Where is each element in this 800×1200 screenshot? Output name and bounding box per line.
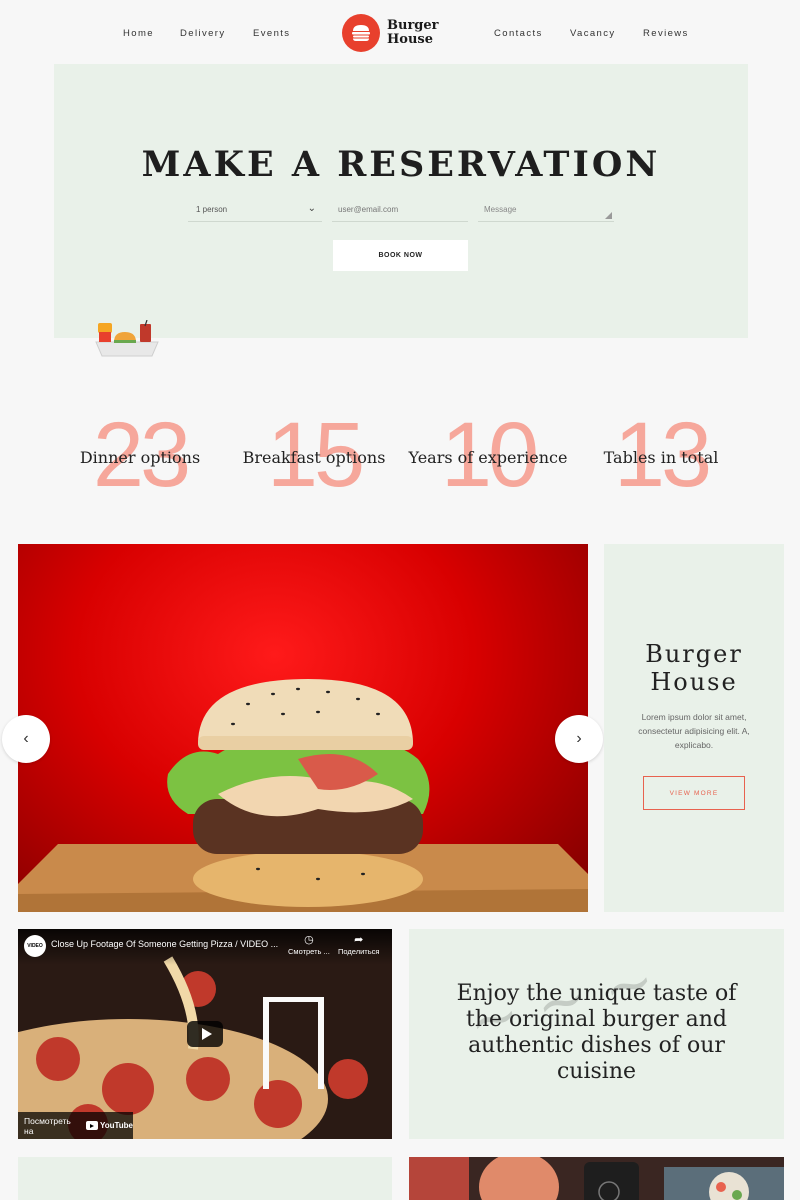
chevron-left-icon: ‹ — [23, 730, 29, 747]
watch-on-youtube-button[interactable]: Посмотреть на YouTube — [18, 1112, 133, 1139]
slider-prev-button[interactable]: ‹ — [2, 715, 50, 763]
logo-line-2: House — [387, 32, 433, 47]
nav-events[interactable]: Events — [253, 28, 290, 39]
message-placeholder: Message — [484, 205, 517, 214]
video-player[interactable]: VIDEO Close Up Footage Of Someone Gettin… — [18, 929, 392, 1139]
about-title: Burger House — [604, 640, 784, 696]
channel-avatar[interactable]: VIDEO — [24, 935, 46, 957]
stat-label: Dinner options — [79, 448, 201, 467]
quote-text: Enjoy the unique taste of the original b… — [456, 981, 737, 1084]
view-more-button[interactable]: VIEW MORE — [643, 776, 745, 810]
video-title[interactable]: Close Up Footage Of Someone Getting Pizz… — [51, 939, 291, 949]
youtube-play-icon — [85, 1121, 98, 1130]
quote-block: ~ ~ ~ Enjoy the unique taste of the orig… — [409, 929, 784, 1139]
stat-tables: 13 Tables in total — [571, 405, 751, 510]
burger-logo-icon — [342, 14, 380, 52]
stat-dinner: 23 Dinner options — [50, 405, 230, 510]
about-title-line-2: House — [650, 668, 738, 696]
reservation-section: MAKE A RESERVATION 1 person ⌄ user@email… — [54, 64, 748, 338]
share-button[interactable]: ➦ Поделиться — [338, 933, 379, 956]
stat-label: Breakfast options — [242, 448, 386, 467]
nav-home[interactable]: Home — [123, 28, 154, 39]
bottom-left-panel — [18, 1157, 392, 1200]
persons-select[interactable]: 1 person ⌄ — [188, 200, 322, 222]
play-icon — [201, 1028, 212, 1040]
nav-reviews[interactable]: Reviews — [643, 28, 689, 39]
about-text: Lorem ipsum dolor sit amet, consectetur … — [638, 712, 750, 750]
stat-experience: 10 Years of experience — [398, 405, 578, 510]
slider-next-button[interactable]: › — [555, 715, 603, 763]
play-button[interactable] — [187, 1021, 223, 1047]
resize-handle-icon[interactable] — [605, 212, 612, 219]
share-icon: ➦ — [354, 934, 364, 946]
chevron-down-icon: ⌄ — [307, 203, 316, 214]
chevron-right-icon: › — [576, 730, 582, 747]
stats-section: 23 Dinner options 15 Breakfast options 1… — [0, 405, 800, 510]
top-navigation: Home Delivery Events Burger House Contac… — [0, 0, 800, 64]
email-placeholder: user@email.com — [338, 205, 399, 214]
email-field[interactable]: user@email.com — [332, 200, 468, 222]
book-now-button[interactable]: BOOK NOW — [333, 240, 468, 271]
youtube-wordmark: YouTube — [99, 1121, 133, 1130]
stat-label: Tables in total — [603, 448, 719, 467]
persons-value: 1 person — [196, 205, 228, 214]
stat-breakfast: 15 Breakfast options — [224, 405, 404, 510]
message-field[interactable]: Message — [478, 200, 614, 222]
logo-text: Burger House — [387, 19, 447, 47]
watch-later-label: Смотреть ... — [288, 947, 330, 956]
youtube-logo: YouTube — [85, 1121, 133, 1130]
stat-label: Years of experience — [408, 448, 568, 467]
nav-vacancy[interactable]: Vacancy — [570, 28, 616, 39]
nav-delivery[interactable]: Delivery — [180, 28, 226, 39]
watch-later-button[interactable]: ◷ Смотреть ... — [288, 933, 330, 956]
clock-icon: ◷ — [304, 934, 314, 946]
food-tray-icon — [92, 319, 162, 360]
reservation-title: MAKE A RESERVATION — [141, 144, 661, 185]
nav-contacts[interactable]: Contacts — [494, 28, 543, 39]
logo-line-1: Burger — [387, 18, 439, 33]
about-title-line-1: Burger — [645, 640, 743, 668]
share-label: Поделиться — [338, 947, 380, 956]
food-photo — [409, 1157, 784, 1200]
watch-on-label: Посмотреть на — [24, 1115, 71, 1136]
logo[interactable]: Burger House — [342, 14, 447, 52]
about-card: Burger House Lorem ipsum dolor sit amet,… — [604, 544, 784, 912]
hero-slider-image — [18, 544, 588, 912]
